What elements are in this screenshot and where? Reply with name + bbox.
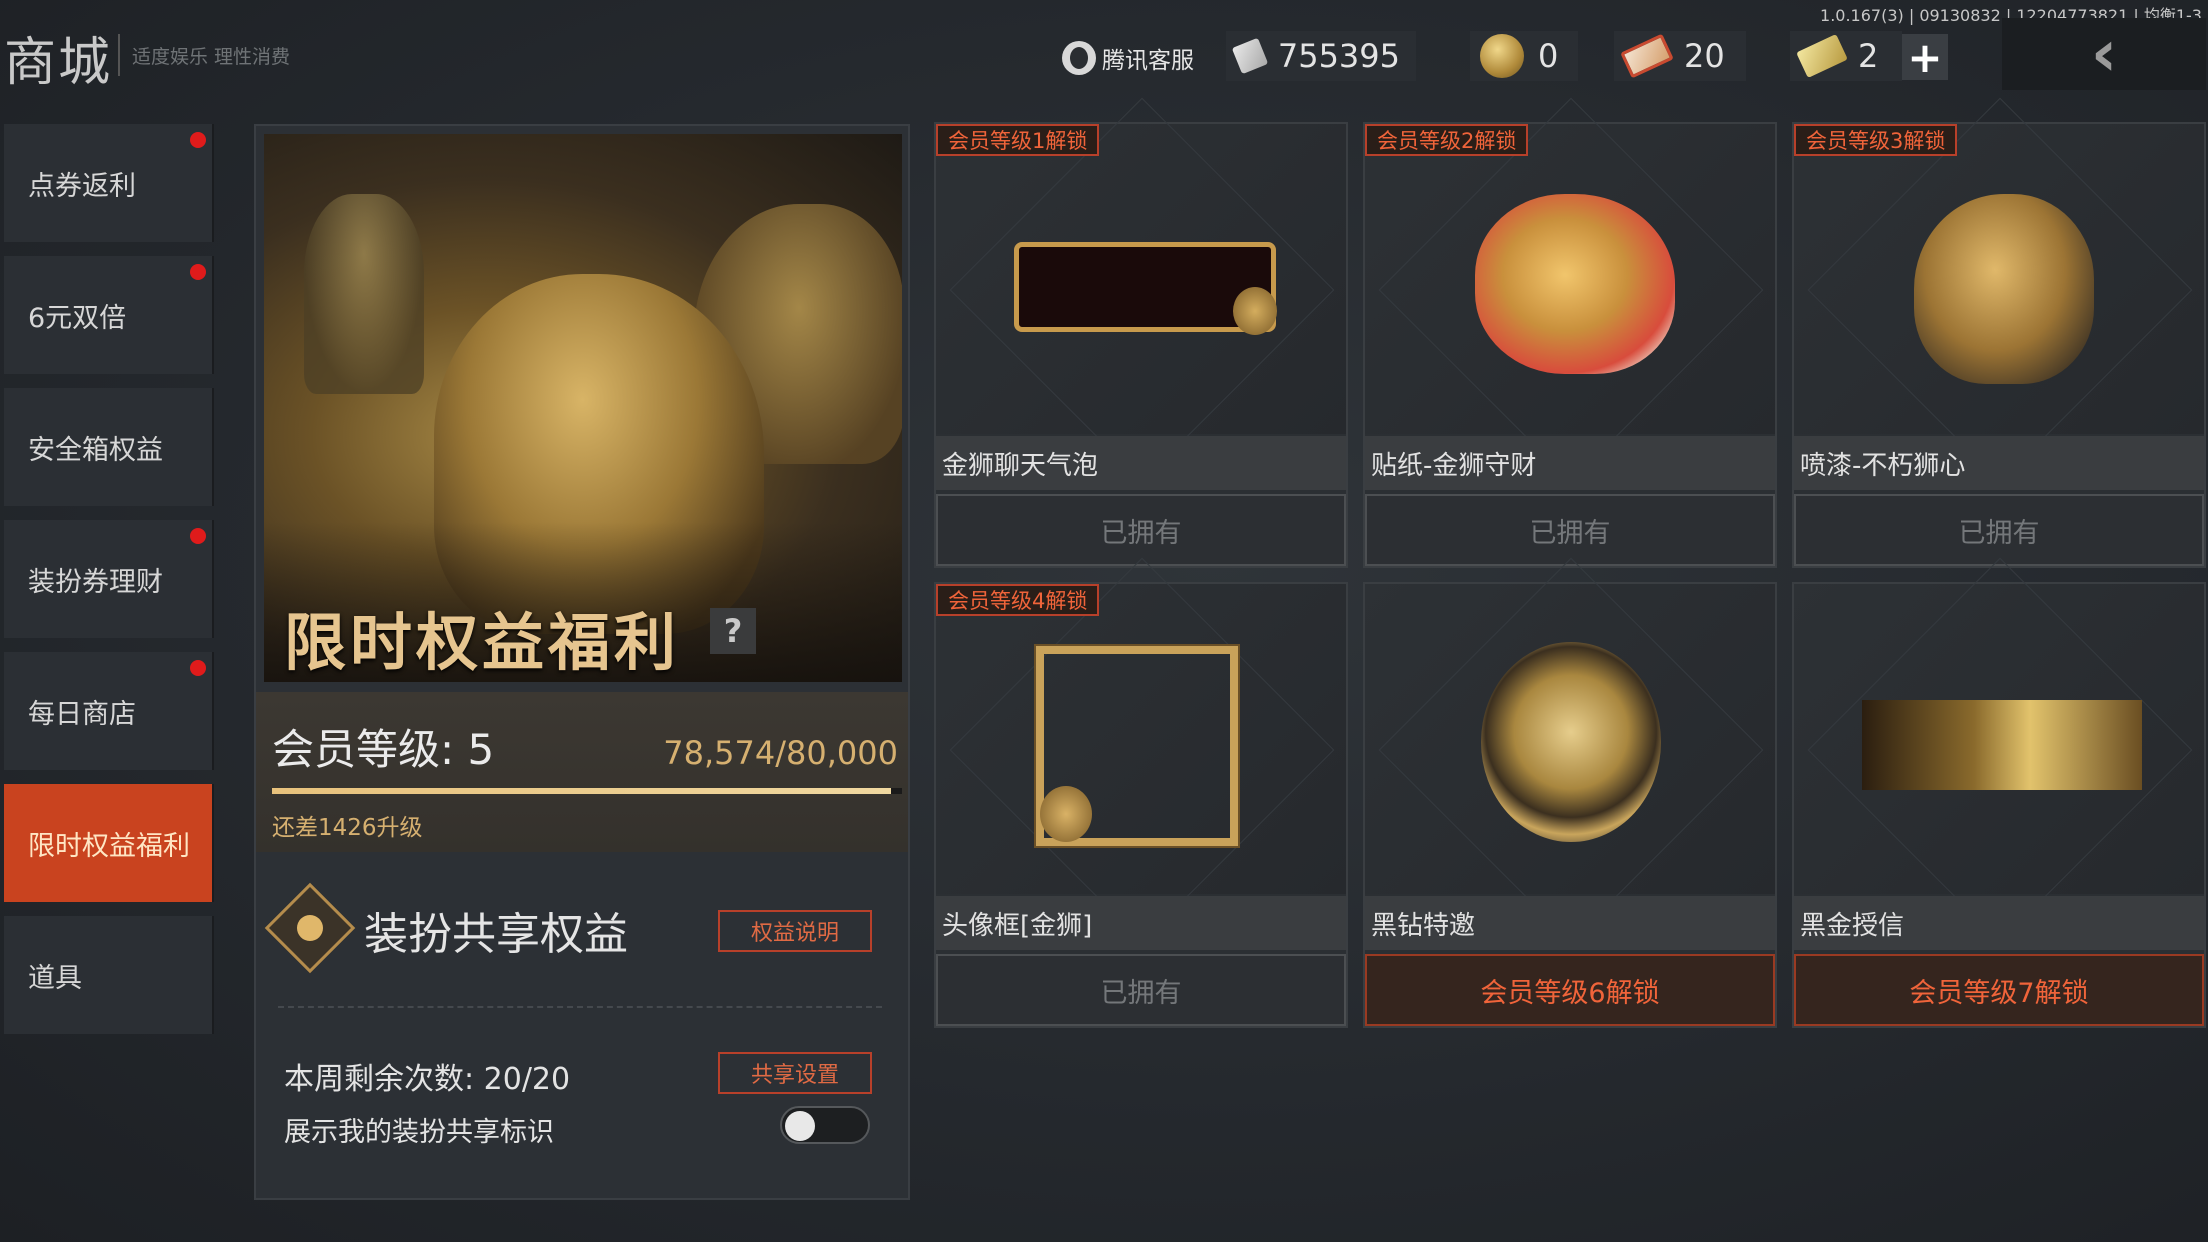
sidebar-item-finance[interactable]: 装扮券理财 [4,520,214,638]
avatar-frame-image [1034,644,1240,848]
item-name: 金狮聊天气泡 [936,436,1346,490]
currency-gold-ticket: 2 [1790,31,1902,81]
share-benefit-icon [264,882,356,974]
chat-bubble-image [1014,242,1277,335]
customer-service-button[interactable]: 腾讯客服 [1062,38,1194,78]
toggle-knob [785,1111,815,1141]
currency-red-ticket: 20 [1614,31,1746,81]
item-name: 喷漆-不朽狮心 [1794,436,2204,490]
show-share-mark-label: 展示我的装扮共享标识 [284,1117,554,1148]
divider [278,1006,882,1008]
title-divider [118,34,120,76]
sidebar-item-daily-shop[interactable]: 每日商店 [4,652,214,770]
help-button[interactable]: ? [710,608,756,654]
owned-button[interactable]: 已拥有 [1365,494,1775,566]
sticker-image [1475,194,1675,374]
sidebar-item-label: 道具 [28,962,82,994]
sidebar-item-label: 装扮券理财 [28,566,163,598]
sidebar-item-coupon-rebate[interactable]: 点券返利 [4,124,214,242]
item-card[interactable]: 会员等级2解锁 贴纸-金狮守财 已拥有 [1363,122,1777,568]
item-name: 黑钻特邀 [1365,896,1775,950]
member-level-label: 会员等级: 5 [272,725,495,774]
gold-ticket-icon [1796,34,1848,78]
member-level-box: 会员等级: 5 78,574/80,000 还差1426升级 [256,692,908,852]
level-progress-bar [272,788,902,794]
add-currency-button[interactable]: + [1902,33,1948,82]
currency-ticket: 755395 [1226,31,1416,81]
page-subtitle: 适度娱乐 理性消费 [132,46,291,68]
item-card[interactable]: 会员等级4解锁 头像框[金狮] 已拥有 [934,582,1348,1028]
currency-value: 20 [1684,37,1725,75]
gold-bars-image [1862,700,2142,790]
sidebar-item-label: 限时权益福利 [28,830,190,862]
goblet-image [304,194,424,394]
knight-helmet-emblem-image [1481,642,1661,842]
member-level-progress: 78,574/80,000 [663,734,898,772]
customer-service-label: 腾讯客服 [1102,48,1194,74]
level-progress-fill [272,788,891,794]
back-button[interactable]: ‹ [2002,17,2206,91]
owned-button[interactable]: 已拥有 [1794,494,2204,566]
item-card[interactable]: 会员等级3解锁 喷漆-不朽狮心 已拥有 [1792,122,2206,568]
top-bar: 商城 适度娱乐 理性消费 1.0.167(3) | 09130832 | 122… [0,0,2208,120]
item-card[interactable]: 会员等级1解锁 金狮聊天气泡 已拥有 [934,122,1348,568]
red-ticket-icon [1620,33,1674,79]
rights-explanation-button[interactable]: 权益说明 [718,910,872,952]
item-card[interactable]: 黑钻特邀 会员等级6解锁 [1363,582,1777,1028]
item-name: 头像框[金狮] [936,896,1346,950]
coin-icon [1480,34,1524,78]
notification-dot [190,660,206,676]
unlock-tag: 会员等级3解锁 [1794,124,1958,156]
unlock-level-7-button[interactable]: 会员等级7解锁 [1794,954,2204,1026]
notification-dot [190,528,206,544]
sidebar-item-label: 点券返利 [28,170,136,202]
show-share-mark-toggle[interactable] [780,1106,870,1144]
hero-title: 限时权益福利 [284,606,681,679]
unlock-level-6-button[interactable]: 会员等级6解锁 [1365,954,1775,1026]
share-benefit-title: 装扮共享权益 [364,909,628,960]
spray-image [1914,194,2094,384]
currency-coin: 0 [1470,31,1578,81]
sidebar-item-safebox[interactable]: 安全箱权益 [4,388,214,506]
sidebar-item-label: 6元双倍 [28,302,127,334]
unlock-tag: 会员等级1解锁 [936,124,1100,156]
sidebar-item-label: 安全箱权益 [28,434,163,466]
unlock-tag: 会员等级2解锁 [1365,124,1529,156]
headset-icon [1062,41,1096,75]
item-name: 黑金授信 [1794,896,2204,950]
notification-dot [190,132,206,148]
weekly-remaining: 本周剩余次数: 20/20 [284,1062,571,1097]
currency-value: 2 [1858,37,1879,75]
item-card[interactable]: 黑金授信 会员等级7解锁 [1792,582,2206,1028]
benefits-panel: 限时权益福利 ? 会员等级: 5 78,574/80,000 还差1426升级 … [254,124,910,1200]
chevron-left-icon: ‹ [2090,17,2118,91]
sidebar-item-label: 每日商店 [28,698,136,730]
ticket-icon [1231,37,1269,75]
notification-dot [190,264,206,280]
currency-value: 755395 [1277,37,1400,75]
sidebar-item-limited-benefits[interactable]: 限时权益福利 [4,784,214,902]
owned-button[interactable]: 已拥有 [936,494,1346,566]
sidebar-item-double[interactable]: 6元双倍 [4,256,214,374]
currency-value: 0 [1538,37,1559,75]
item-name: 贴纸-金狮守财 [1365,436,1775,490]
level-upgrade-hint: 还差1426升级 [272,815,423,841]
page-title: 商城 [4,33,113,93]
sidebar-item-props[interactable]: 道具 [4,916,214,1034]
owned-button[interactable]: 已拥有 [936,954,1346,1026]
share-settings-button[interactable]: 共享设置 [718,1052,872,1094]
unlock-tag: 会员等级4解锁 [936,584,1100,616]
hero-banner: 限时权益福利 ? [264,134,902,682]
